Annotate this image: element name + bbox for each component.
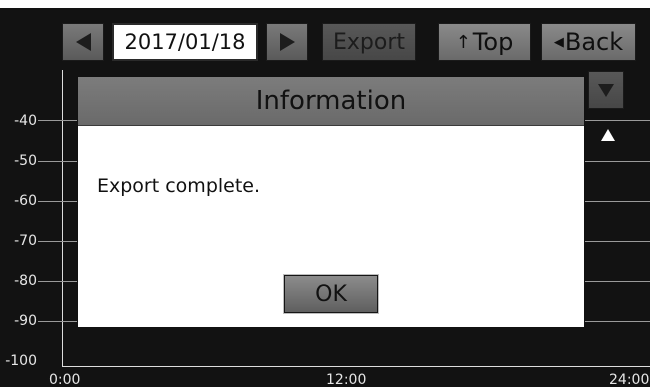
top-button[interactable]: ↑ Top <box>438 23 531 61</box>
ok-button[interactable]: OK <box>284 275 378 313</box>
scroll-up-button[interactable] <box>598 127 618 143</box>
y-tick-label: -50 <box>14 153 37 169</box>
x-axis <box>62 366 650 367</box>
triangle-left-icon <box>75 33 91 51</box>
back-button-label: Back <box>564 28 624 56</box>
top-button-label: Top <box>472 28 514 56</box>
arrow-up-icon: ↑ <box>455 31 471 53</box>
y-tick-label: -60 <box>14 193 37 209</box>
triangle-up-icon <box>601 129 615 141</box>
scroll-down-button[interactable] <box>588 71 624 109</box>
dialog-title: Information <box>255 86 407 116</box>
dialog-message: Export complete. <box>97 175 261 197</box>
export-button[interactable]: Export <box>322 23 416 61</box>
x-tick-label: 24:00 <box>609 372 650 388</box>
screen: 2017/01/18 Export ↑ Top ◀ Back -40 -50 -… <box>0 0 656 388</box>
ok-button-label: OK <box>315 281 347 307</box>
y-tick-label: -100 <box>5 353 37 369</box>
y-tick-label: -70 <box>14 233 37 249</box>
triangle-right-icon <box>279 33 295 51</box>
back-button[interactable]: ◀ Back <box>541 23 636 61</box>
y-tick-label: -90 <box>14 313 37 329</box>
dialog-header: Information <box>78 77 584 126</box>
y-tick-label: -80 <box>14 273 37 289</box>
x-tick-label: 0:00 <box>49 372 81 388</box>
information-dialog: Information Export complete. OK <box>77 76 585 328</box>
x-tick-label: 12:00 <box>326 372 367 388</box>
next-day-button[interactable] <box>266 23 308 61</box>
back-triangle-icon: ◀ <box>553 34 564 50</box>
y-tick-label: -40 <box>14 113 37 129</box>
triangle-down-icon <box>598 83 614 97</box>
prev-day-button[interactable] <box>62 23 104 61</box>
export-button-label: Export <box>332 29 405 55</box>
date-display: 2017/01/18 <box>112 23 258 61</box>
